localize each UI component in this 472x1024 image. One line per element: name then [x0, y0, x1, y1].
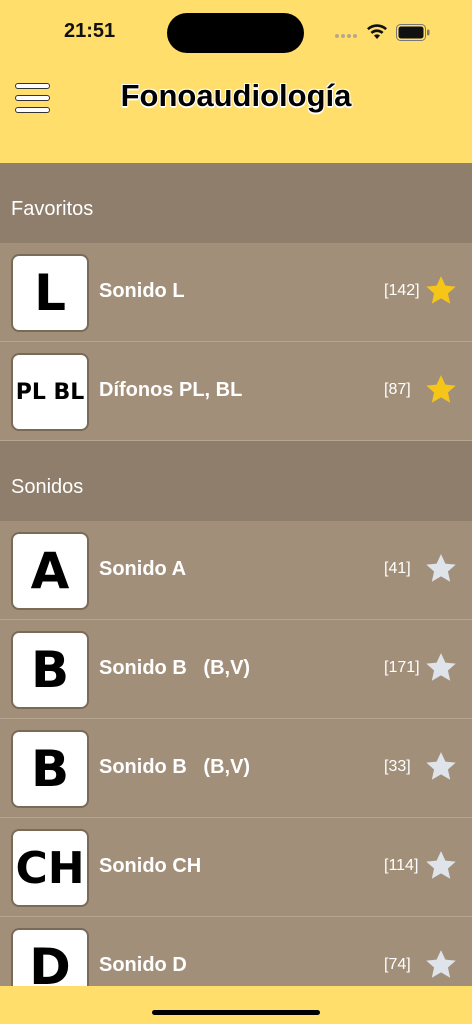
wifi-icon [367, 24, 387, 39]
home-bar-area [0, 986, 472, 1024]
sound-list[interactable]: Favoritos L Sonido L [142] PL BL Dífonos… [0, 163, 472, 986]
section-header-favoritos: Favoritos [0, 163, 472, 243]
page-title: Fonoaudiología [120, 78, 352, 113]
item-count: [171] [384, 659, 420, 676]
star-icon[interactable] [424, 373, 458, 407]
list-item[interactable]: CH Sonido CH [114] [0, 818, 472, 917]
star-icon[interactable] [424, 948, 458, 982]
item-count: [114] [384, 857, 419, 874]
status-time: 21:51 [64, 20, 116, 42]
letter-tile: D [11, 928, 89, 986]
app-header: 21:51 Fonoaudiología [0, 0, 472, 163]
list-item[interactable]: A Sonido A [41] [0, 521, 472, 620]
letter-tile: B [11, 631, 89, 709]
letter-tile: B [11, 730, 89, 808]
list-item[interactable]: PL BL Dífonos PL, BL [87] [0, 342, 472, 441]
star-icon[interactable] [424, 849, 458, 883]
star-icon[interactable] [424, 651, 458, 685]
star-icon[interactable] [424, 750, 458, 784]
item-label: Sonido CH [99, 855, 202, 877]
cellular-signal-icon [335, 34, 357, 38]
list-item[interactable]: D Sonido D [74] [0, 917, 472, 986]
item-label: Sonido B (B,V) [99, 756, 251, 778]
star-icon[interactable] [424, 274, 458, 308]
section-header-sonidos: Sonidos [0, 441, 472, 521]
home-indicator[interactable] [152, 1010, 320, 1015]
list-item[interactable]: L Sonido L [142] [0, 243, 472, 342]
letter-tile: A [11, 532, 89, 610]
item-label: Sonido D [99, 954, 187, 976]
letter-tile: PL BL [11, 353, 89, 431]
item-label: Sonido A [99, 558, 187, 580]
item-label: Dífonos PL, BL [99, 379, 243, 401]
letter-tile: L [11, 254, 89, 332]
item-count: [74] [384, 956, 411, 973]
item-count: [87] [384, 381, 411, 398]
item-count: [142] [384, 282, 420, 299]
battery-icon [396, 24, 430, 41]
item-label: Sonido B (B,V) [99, 657, 251, 679]
dynamic-island [167, 13, 304, 53]
item-count: [33] [384, 758, 411, 775]
item-count: [41] [384, 560, 411, 577]
item-label: Sonido L [99, 280, 185, 302]
letter-tile: CH [11, 829, 89, 907]
star-icon[interactable] [424, 552, 458, 586]
list-item[interactable]: B Sonido B (B,V) [33] [0, 719, 472, 818]
list-item[interactable]: B Sonido B (B,V) [171] [0, 620, 472, 719]
